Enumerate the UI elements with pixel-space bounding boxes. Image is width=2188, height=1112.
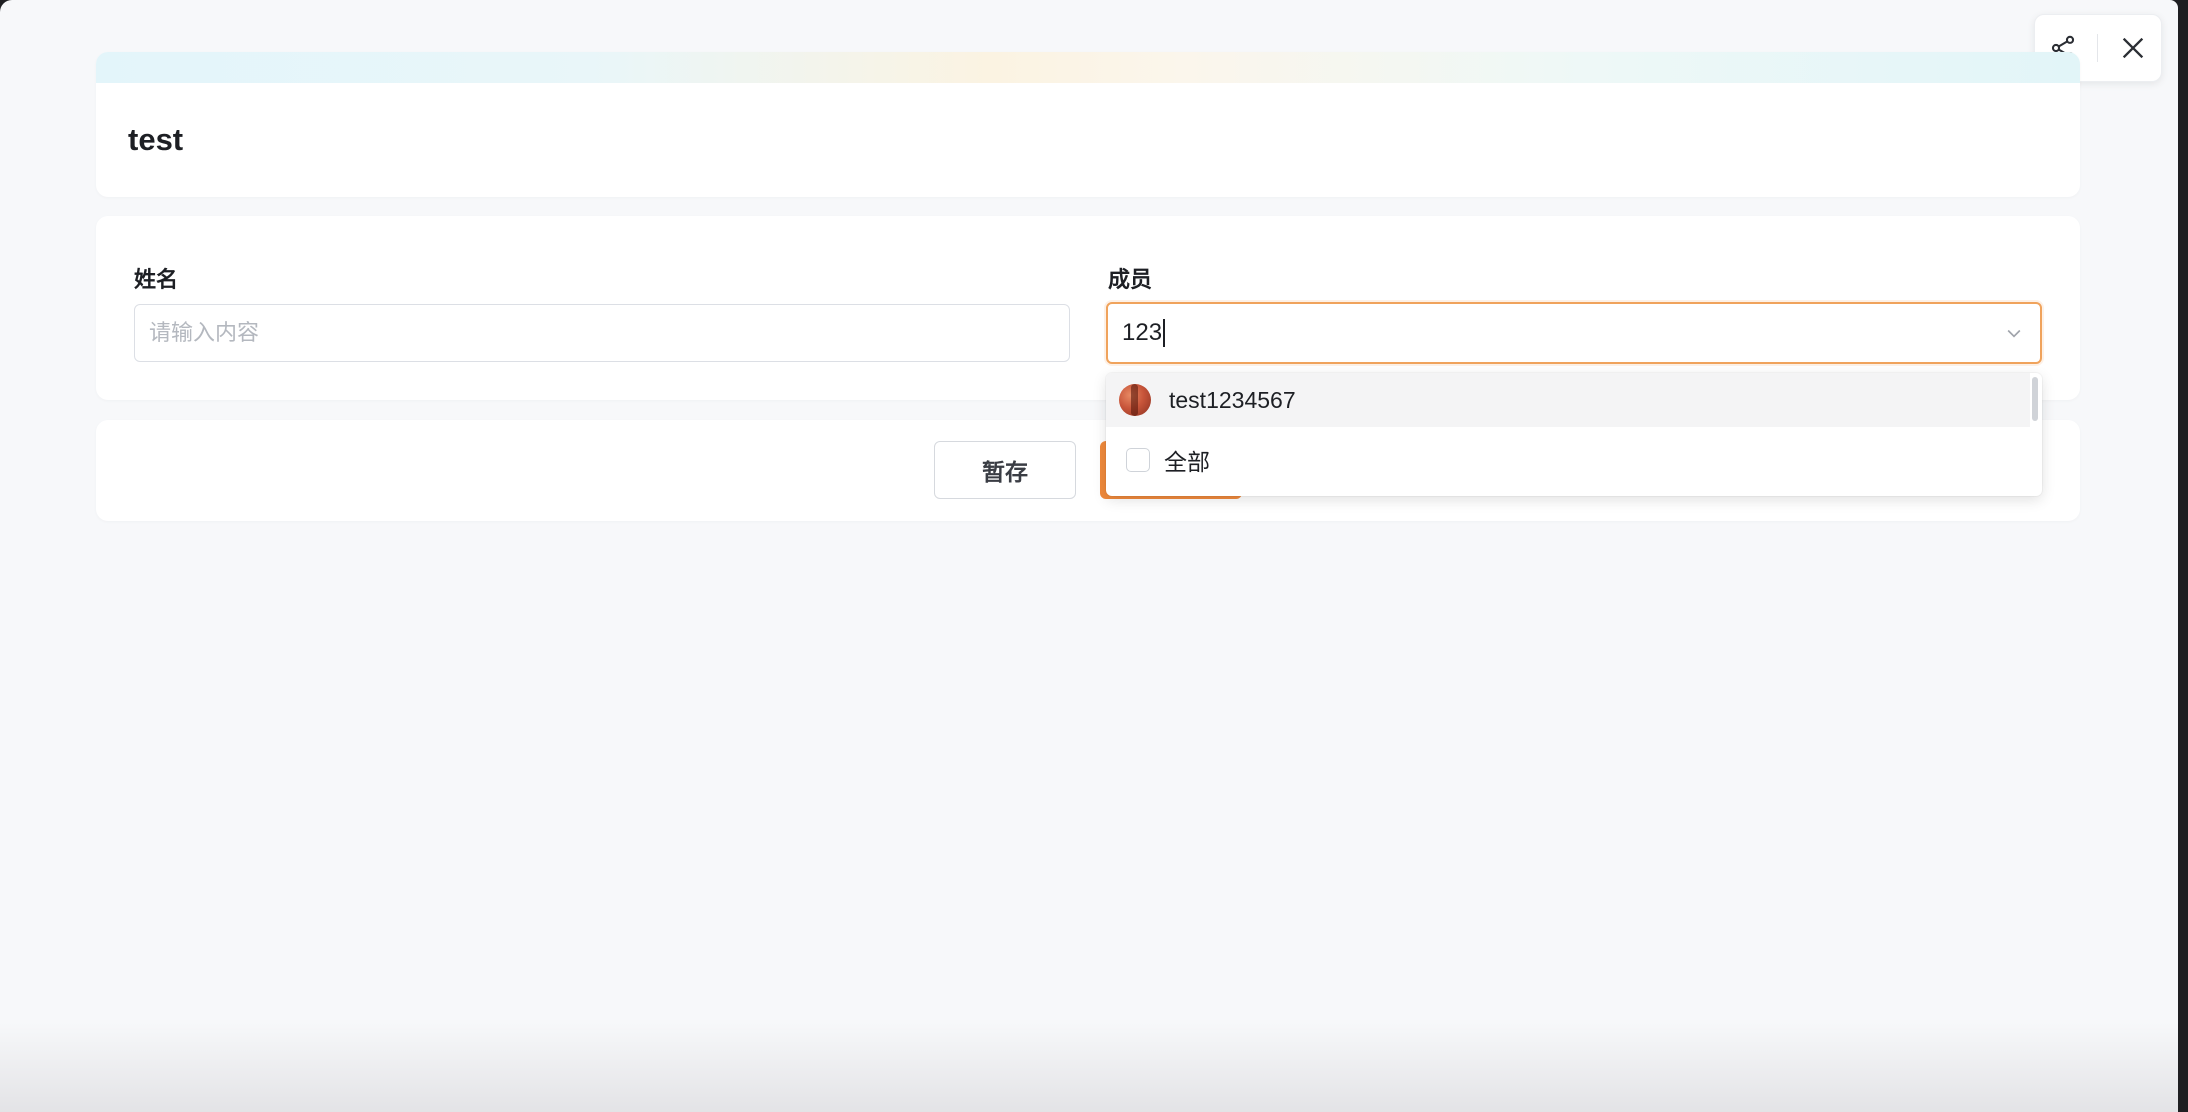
avatar <box>1119 384 1151 416</box>
select-all-checkbox[interactable] <box>1126 448 1150 472</box>
close-button[interactable] <box>2111 26 2155 70</box>
member-dropdown: test1234567 全部 <box>1106 373 2042 496</box>
dropdown-option-all[interactable]: 全部 <box>1106 431 2030 489</box>
toolbar-divider <box>2097 34 2099 62</box>
chevron-down-icon <box>2007 329 2021 338</box>
header-gradient-banner <box>96 52 2080 83</box>
page-title: test <box>128 122 184 157</box>
member-search-text: 123 <box>1122 319 1163 346</box>
member-field-label: 成员 <box>1108 267 1153 292</box>
app-window: test 姓名 成员 123 暂存 test1234567 全部 <box>0 0 2178 1112</box>
dropdown-scrollbar[interactable] <box>2032 377 2038 421</box>
text-cursor <box>1163 319 1166 347</box>
dropdown-option-user[interactable]: test1234567 <box>1106 373 2030 427</box>
option-label: 全部 <box>1164 449 1210 475</box>
name-input[interactable] <box>134 304 1070 362</box>
option-label: test1234567 <box>1169 386 1296 413</box>
member-select[interactable]: 123 <box>1106 302 2042 364</box>
save-draft-button[interactable]: 暂存 <box>934 441 1076 499</box>
name-field-label: 姓名 <box>134 267 179 292</box>
form-header-card: test <box>96 52 2080 197</box>
close-icon <box>2122 37 2143 59</box>
